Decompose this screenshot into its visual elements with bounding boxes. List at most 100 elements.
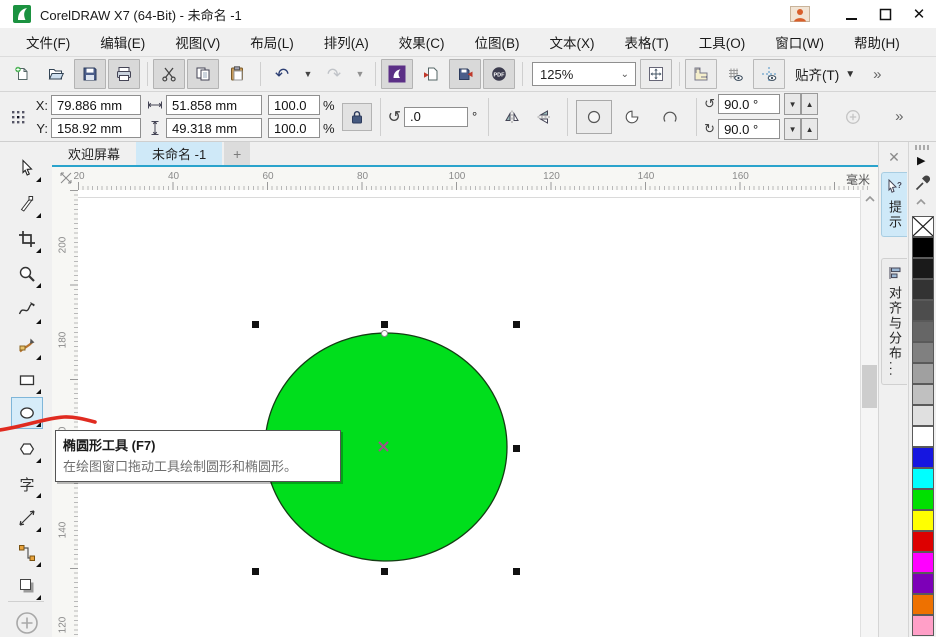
text-tool-button[interactable]: 字 [11,468,43,500]
docker-close-button[interactable]: ✕ [883,147,905,167]
mirror-vertical-button[interactable] [529,103,559,131]
artistic-media-tool-button[interactable] [11,330,43,362]
object-height-field[interactable]: 49.318 mm [166,118,262,138]
pick-tool-button[interactable] [11,152,43,184]
palette-scroll-up[interactable] [914,196,928,208]
zoom-fit-button[interactable] [640,59,672,89]
polygon-tool-button[interactable] [11,433,43,465]
crop-tool-button[interactable] [11,223,43,255]
menu-item-3[interactable]: 布局(L) [250,32,294,52]
color-swatch-#000000[interactable] [912,237,934,258]
grid-visibility-button[interactable] [719,59,751,89]
new-document-button[interactable] [6,59,38,89]
horizontal-ruler[interactable]: 毫米 20406080100120140160 [52,167,884,191]
color-swatch-#808080[interactable] [912,342,934,363]
color-swatch-#00e000[interactable] [912,489,934,510]
scale-h-field[interactable]: 100.0 [268,95,320,115]
export-button[interactable] [449,59,481,89]
minimize-button[interactable] [834,2,868,26]
new-document-tab-button[interactable]: + [224,142,250,165]
user-account-icon[interactable] [788,5,812,24]
color-swatch-#666666[interactable] [912,321,934,342]
dimension-tool-button[interactable] [11,502,43,534]
cut-button[interactable] [153,59,185,89]
color-swatch-#7d00b8[interactable] [912,573,934,594]
no-color-swatch[interactable] [912,216,934,237]
color-swatch-#00ffff[interactable] [912,468,934,489]
start-angle-up[interactable]: ▲ [801,93,818,115]
color-swatch-#1616e0[interactable] [912,447,934,468]
menu-item-1[interactable]: 编辑(E) [100,32,145,52]
zoom-level-combo[interactable]: 125%⌄ [532,62,636,86]
start-angle-field[interactable]: 90.0 ° [718,94,780,114]
selection-handle[interactable] [513,568,520,575]
import-button[interactable] [415,59,447,89]
color-swatch-#4d4d4d[interactable] [912,300,934,321]
selection-handle[interactable] [381,321,388,328]
selection-handle[interactable] [513,445,520,452]
document-tab-0[interactable]: 欢迎屏幕 [52,142,136,165]
menu-item-2[interactable]: 视图(V) [175,32,220,52]
selection-handle[interactable] [252,321,259,328]
open-button[interactable] [40,59,72,89]
color-swatch-#c0c0c0[interactable] [912,384,934,405]
scroll-up-button[interactable] [861,190,878,207]
palette-flyout-arrow[interactable]: ▶ [917,154,925,167]
color-swatch-#333333[interactable] [912,279,934,300]
x-position-field[interactable]: 79.886 mm [51,95,141,115]
arc-mode-button[interactable] [652,100,688,134]
menu-item-7[interactable]: 文本(X) [550,32,595,52]
ruler-origin-icon[interactable] [58,170,74,186]
end-angle-up[interactable]: ▲ [801,118,818,140]
drawing-canvas[interactable] [78,190,860,637]
lock-ratio-button[interactable] [342,103,372,131]
redo-button[interactable]: ↷ [318,59,350,89]
ellipse-node[interactable] [381,330,388,337]
paste-button[interactable] [221,59,253,89]
color-swatch-#ffffff[interactable] [912,426,934,447]
color-swatch-#1a1a1a[interactable] [912,258,934,279]
zoom-tool-button[interactable] [11,258,43,290]
selection-handle[interactable] [381,568,388,575]
print-button[interactable] [108,59,140,89]
toolbar-overflow[interactable]: » [873,66,879,83]
vertical-ruler[interactable]: 200180160140120 [52,190,79,637]
menu-item-10[interactable]: 窗口(W) [775,32,824,52]
save-button[interactable] [74,59,106,89]
rotation-angle-field[interactable]: .0 [404,107,468,127]
shape-tool-button[interactable] [11,188,43,220]
ellipse-tool-button[interactable] [11,397,43,429]
application-launcher-button[interactable] [381,59,413,89]
selection-handle[interactable] [513,321,520,328]
menu-item-6[interactable]: 位图(B) [475,32,520,52]
scale-v-field[interactable]: 100.0 [268,118,320,138]
dropdown-button[interactable]: ▼ [300,59,316,89]
color-swatch-#ffff00[interactable] [912,510,934,531]
property-bar-overflow[interactable]: » [895,108,901,125]
menu-item-11[interactable]: 帮助(H) [854,32,900,52]
rulers-toggle-button[interactable] [685,59,717,89]
document-tab-1[interactable]: 未命名 -1 [136,142,222,165]
palette-grip[interactable] [915,145,931,150]
menu-item-9[interactable]: 工具(O) [699,32,746,52]
rectangle-tool-button[interactable] [11,364,43,396]
pie-mode-button[interactable] [614,100,650,134]
vertical-scrollbar[interactable] [860,190,878,637]
start-angle-down[interactable]: ▼ [784,93,801,115]
color-swatch-#ff00ff[interactable] [912,552,934,573]
ellipse-mode-button[interactable] [576,100,612,134]
connector-tool-button[interactable] [11,537,43,569]
menu-item-4[interactable]: 排列(A) [324,32,369,52]
eyedropper-icon[interactable] [914,172,930,192]
color-swatch-#ee7100[interactable] [912,594,934,615]
guideline-visibility-button[interactable] [753,59,785,89]
docker-tab-0[interactable]: ?提示 [881,172,907,237]
color-swatch-#a0a0a0[interactable] [912,363,934,384]
menu-item-5[interactable]: 效果(C) [399,32,445,52]
end-angle-down[interactable]: ▼ [784,118,801,140]
close-button[interactable]: ✕ [902,2,936,26]
dropshadow-tool-button[interactable] [11,570,43,602]
quick-customize-button[interactable] [11,607,43,637]
scrollbar-thumb[interactable] [862,365,877,408]
menu-item-8[interactable]: 表格(T) [625,32,669,52]
